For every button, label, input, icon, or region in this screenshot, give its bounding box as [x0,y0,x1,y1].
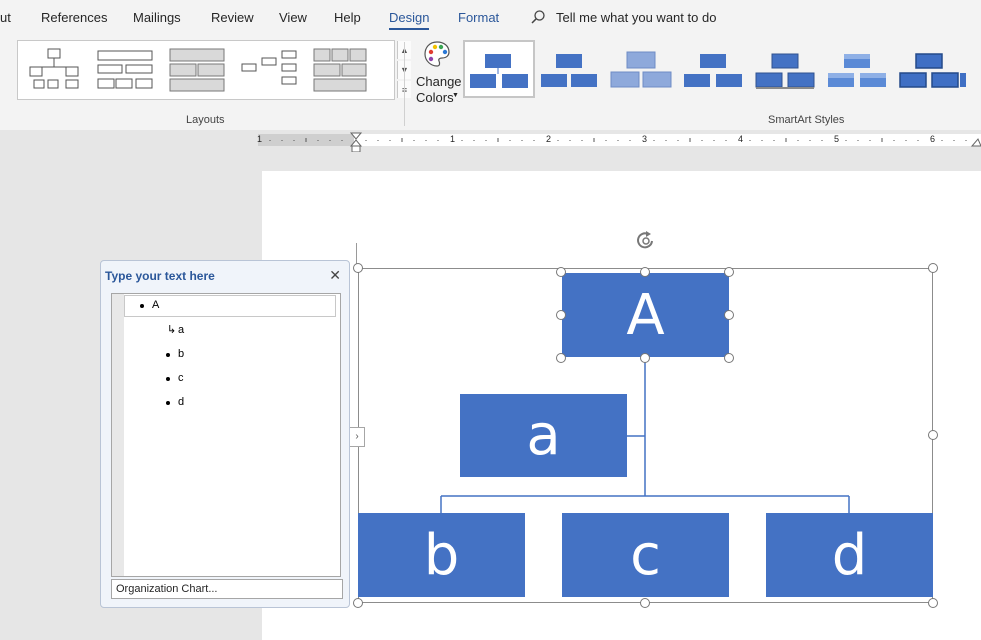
frame-resize-handle[interactable] [640,598,650,608]
horizontal-ruler[interactable]: 1 1 2 3 4 5 6 [0,130,981,152]
resize-handle[interactable] [724,310,734,320]
list-item[interactable]: c [178,372,184,384]
list-item[interactable]: b [178,348,184,360]
assistant-arrow-icon: ↳ [167,324,177,336]
frame-resize-handle[interactable] [353,598,363,608]
change-colors-label-2: Colors [416,90,454,105]
resize-handle[interactable] [724,267,734,277]
ruler-number: 4 [738,134,744,144]
tab-format[interactable]: Format [458,10,499,25]
search-icon [530,9,546,28]
tab-references[interactable]: References [41,10,107,25]
layouts-gallery: ▲ ▼ ≡ [17,40,411,100]
tab-design[interactable]: Design [389,10,430,30]
bullet-icon [166,353,170,357]
list-item[interactable]: d [178,396,184,408]
resize-handle[interactable] [640,353,650,363]
text-pane: Type your text here ✕ A ↳ a b c d Organi… [100,260,350,608]
layouts-group-label: Layouts [186,114,225,126]
smartart-style-2[interactable] [538,42,604,94]
rotate-handle-icon[interactable] [634,229,658,251]
ribbon-separator [404,42,405,126]
layout-horizontal-hierarchy-thumb[interactable] [240,47,300,93]
layout-name-title-thumb[interactable] [96,47,154,93]
tab-layout[interactable]: ut [0,10,11,25]
chevron-down-icon: ▼ [452,92,459,99]
resize-handle[interactable] [556,310,566,320]
smartart-styles-group-label: SmartArt Styles [768,114,845,126]
text-pane-list[interactable]: A ↳ a b c d [111,293,341,577]
text-pane-toggle-button[interactable]: › [349,427,365,447]
text-pane-title: Type your text here [105,269,215,283]
ruler-number: 1 [257,134,263,144]
org-node-assistant[interactable]: a [460,394,627,477]
org-node-child[interactable]: c [562,513,729,597]
smartart-style-3[interactable] [608,42,674,94]
resize-handle[interactable] [556,353,566,363]
frame-resize-handle[interactable] [353,263,363,273]
org-node-child[interactable]: b [358,513,525,597]
frame-resize-handle[interactable] [928,263,938,273]
layout-half-circle-thumb[interactable] [168,47,226,93]
layout-org-chart-thumb[interactable] [26,47,82,93]
bullet-icon [166,401,170,405]
ruler-number: 3 [642,134,648,144]
resize-handle[interactable] [640,267,650,277]
frame-resize-handle[interactable] [928,598,938,608]
resize-handle[interactable] [724,353,734,363]
change-colors-button[interactable]: Change Colors ▼ [411,40,462,106]
frame-resize-handle[interactable] [928,430,938,440]
bullet-icon [140,304,144,308]
smartart-style-7[interactable] [896,42,966,94]
change-colors-label-1: Change [416,74,462,89]
list-gutter [112,294,124,576]
tab-review[interactable]: Review [211,10,254,25]
list-item[interactable]: a [178,324,184,336]
tab-help[interactable]: Help [334,10,361,25]
layout-table-hierarchy-thumb[interactable] [312,47,370,93]
ribbon-tab-bar: ut References Mailings Review View Help … [0,0,981,36]
close-icon[interactable]: ✕ [329,267,341,284]
smartart-style-1[interactable] [463,40,535,98]
tell-me-search[interactable]: Tell me what you want to do [556,10,716,25]
ruler-number: 2 [546,134,552,144]
smartart-style-4[interactable] [680,42,746,94]
org-node-top[interactable]: A [562,273,729,357]
ruler-number: 1 [450,134,456,144]
ruler-number: 5 [834,134,840,144]
smartart-style-5[interactable] [752,42,818,94]
palette-icon [424,41,450,67]
resize-handle[interactable] [556,267,566,277]
tab-mailings[interactable]: Mailings [133,10,181,25]
tab-view[interactable]: View [279,10,307,25]
smartart-style-6[interactable] [824,42,890,94]
ruler-number: 6 [930,134,936,144]
org-node-child[interactable]: d [766,513,933,597]
organization-chart-link[interactable]: Organization Chart... [111,579,343,599]
bullet-icon [166,377,170,381]
list-item[interactable]: A [152,299,159,311]
